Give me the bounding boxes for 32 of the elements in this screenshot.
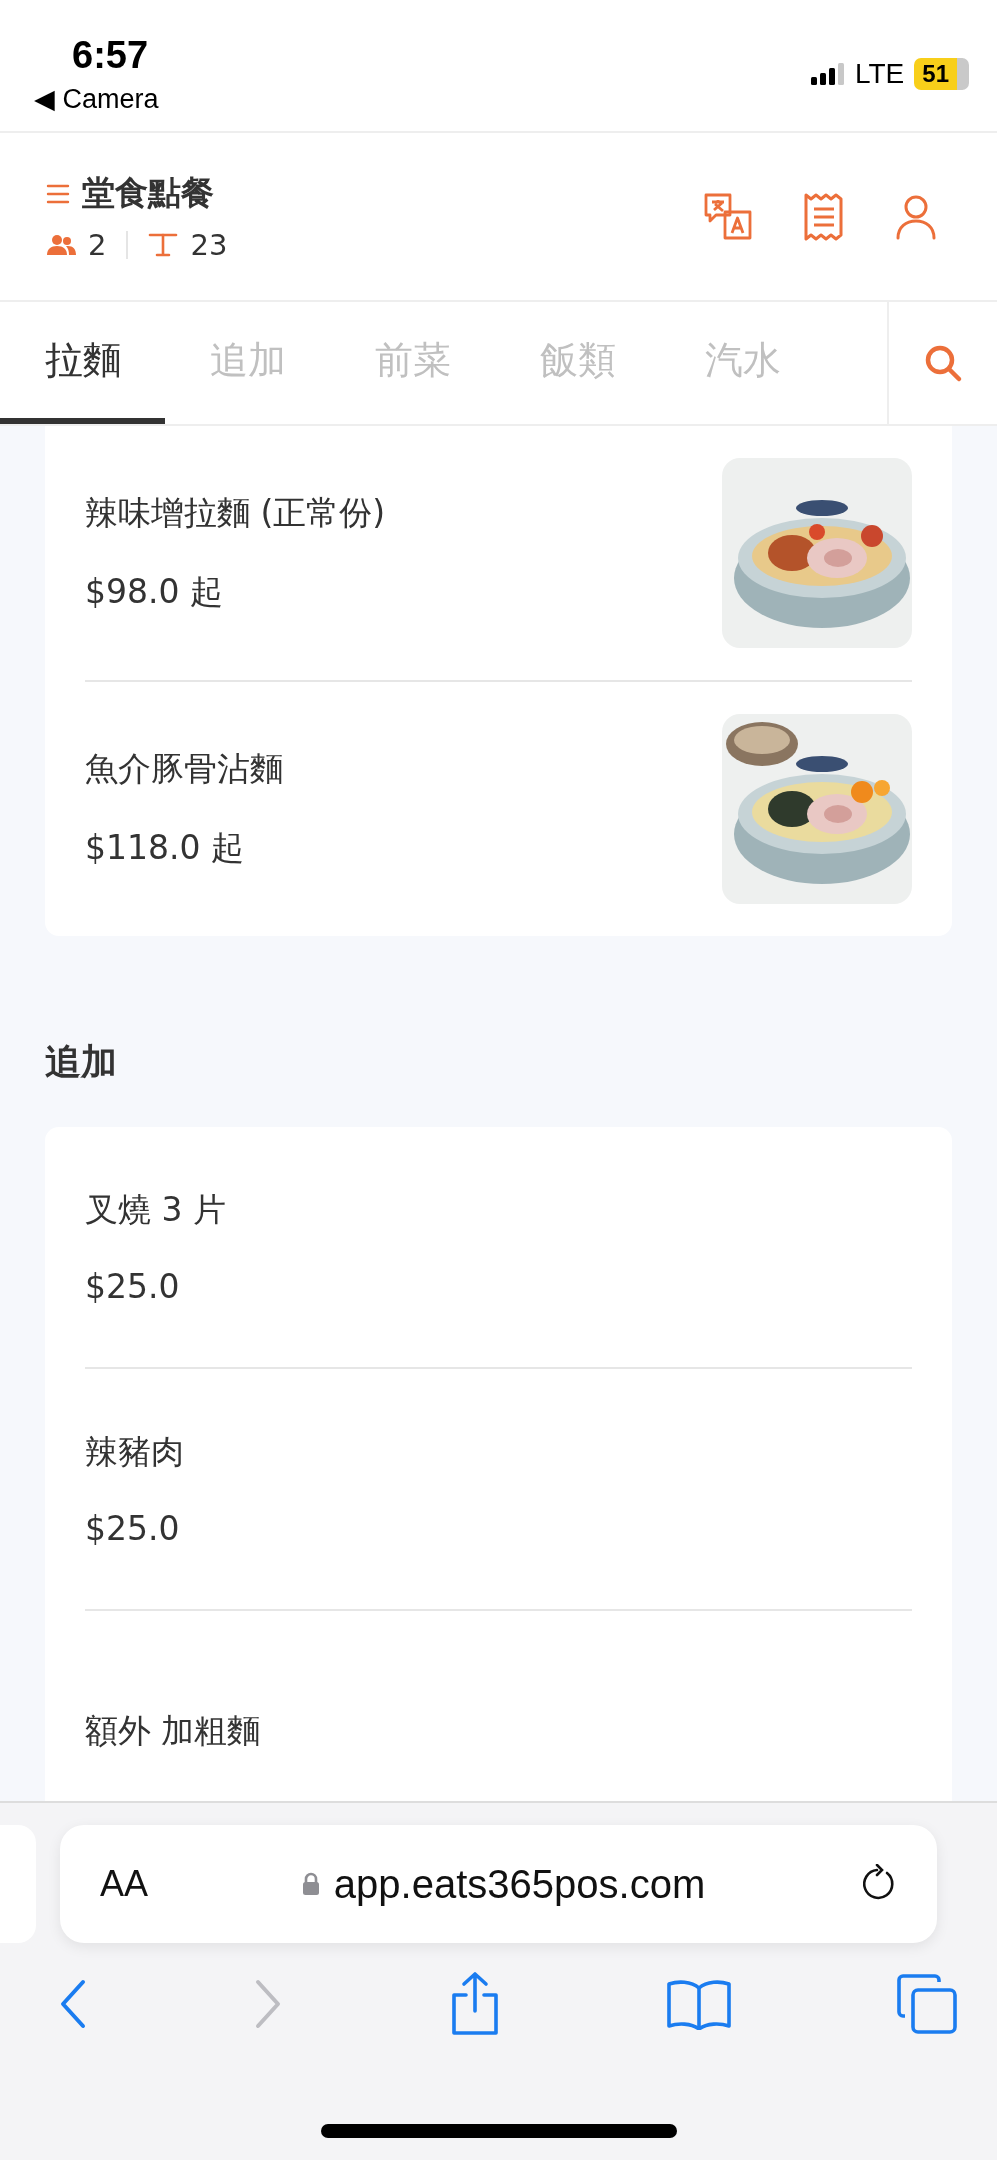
- item-price: $25.0: [85, 1509, 181, 1548]
- item-price: $25.0: [85, 1267, 181, 1306]
- clock: 6:57: [71, 34, 150, 77]
- url-text: app.eats365pos.com: [333, 1861, 706, 1907]
- item-name[interactable]: 辣味增拉麵 (正常份): [85, 491, 386, 536]
- bookmarks-icon[interactable]: [665, 1978, 732, 2030]
- network-type: LTE: [855, 58, 905, 90]
- people-icon: [46, 234, 76, 256]
- item-name[interactable]: 辣豬肉: [85, 1430, 184, 1475]
- guest-count: 2: [88, 228, 107, 262]
- translate-icon[interactable]: [703, 191, 753, 242]
- item-name[interactable]: 叉燒 3 片: [85, 1188, 226, 1233]
- battery-level: 51: [914, 58, 969, 90]
- menu-icon[interactable]: [46, 182, 70, 205]
- item-price: $118.0 起: [85, 827, 245, 869]
- lock-icon: [301, 1872, 320, 1896]
- table-number: 23: [190, 228, 228, 262]
- text-size-button[interactable]: AA: [100, 1863, 149, 1905]
- receipt-icon[interactable]: [803, 191, 845, 242]
- table-icon: [148, 232, 179, 258]
- search-icon: [923, 343, 963, 383]
- section-heading: 追加: [45, 1040, 118, 1084]
- item-price: $98.0 起: [85, 571, 224, 613]
- user-icon[interactable]: [895, 193, 937, 240]
- back-to-app-link[interactable]: ◀ Camera: [34, 83, 159, 115]
- page-title: 堂食點餐: [82, 172, 214, 214]
- address-bar[interactable]: AA app.eats365pos.com: [60, 1825, 937, 1943]
- signal-icon: [811, 63, 845, 85]
- tabs-icon[interactable]: [897, 1974, 957, 2034]
- item-name[interactable]: 額外 加粗麵: [85, 1708, 261, 1754]
- back-icon[interactable]: [58, 1979, 88, 2029]
- item-name[interactable]: 魚介豚骨沾麵: [85, 747, 283, 792]
